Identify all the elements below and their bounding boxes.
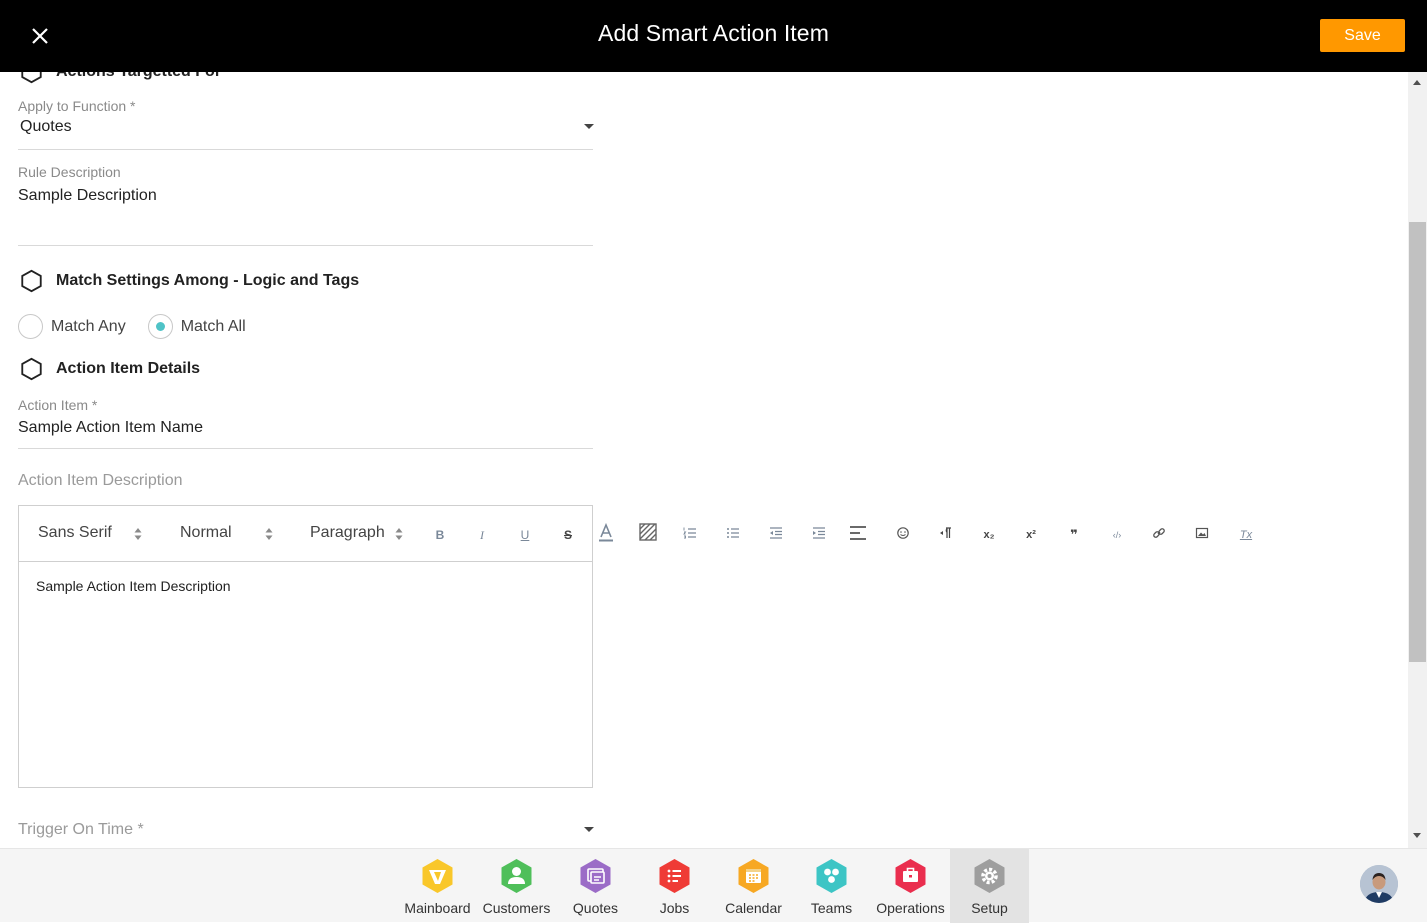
action-description-label: Action Item Description xyxy=(18,472,183,489)
ordered-list-icon[interactable] xyxy=(683,526,697,540)
text-direction-icon[interactable] xyxy=(938,526,952,540)
form-content: Actions Targetted For Apply to Function … xyxy=(0,72,1408,848)
hexagon-icon xyxy=(21,269,42,293)
quotes-icon xyxy=(580,859,611,893)
scrollbar-thumb[interactable] xyxy=(1409,222,1426,662)
nav-item-calendar[interactable]: Calendar xyxy=(714,849,793,923)
indent-icon[interactable] xyxy=(812,526,826,540)
font-family-select[interactable]: Sans Serif xyxy=(38,524,112,542)
save-button[interactable]: Save xyxy=(1320,19,1405,52)
scroll-down-icon[interactable] xyxy=(1413,833,1421,838)
nav-item-setup[interactable]: Setup xyxy=(950,849,1029,923)
select-arrows-icon xyxy=(134,528,142,540)
select-arrows-icon xyxy=(265,528,273,540)
jobs-icon xyxy=(659,859,690,893)
image-icon[interactable] xyxy=(1195,526,1209,540)
superscript-icon[interactable]: x² xyxy=(1022,526,1040,544)
select-arrows-icon xyxy=(395,528,403,540)
underline-icon[interactable]: U xyxy=(516,526,534,544)
action-item-input[interactable]: Sample Action Item Name xyxy=(18,419,203,437)
blockquote-icon[interactable]: ❞ xyxy=(1065,526,1083,544)
section-actions-targeted: Actions Targetted For xyxy=(20,72,221,84)
italic-icon[interactable]: I xyxy=(473,526,491,544)
scroll-up-icon[interactable] xyxy=(1413,80,1421,85)
action-item-label: Action Item * xyxy=(18,397,98,413)
bottom-nav: Mainboard Customers Quotes Jobs Calendar… xyxy=(0,848,1427,923)
editor-toolbar: Sans Serif Normal Paragraph B I U S x₂ x… xyxy=(19,506,1252,562)
section-match-settings: Match Settings Among - Logic and Tags xyxy=(20,269,359,293)
user-avatar-icon xyxy=(1360,865,1398,903)
nav-label: Customers xyxy=(482,900,551,916)
rule-description-input[interactable]: Sample Description xyxy=(18,187,157,205)
strike-icon[interactable]: S xyxy=(559,526,577,544)
nav-label: Setup xyxy=(971,900,1008,916)
nav-label: Jobs xyxy=(659,900,690,916)
avatar[interactable] xyxy=(1360,865,1398,903)
nav-item-customers[interactable]: Customers xyxy=(477,849,556,923)
nav-item-mainboard[interactable]: Mainboard xyxy=(398,849,477,923)
chevron-down-icon[interactable] xyxy=(584,124,594,129)
setup-icon xyxy=(974,859,1005,893)
paragraph-format-select[interactable]: Paragraph xyxy=(310,524,385,542)
align-icon[interactable] xyxy=(849,525,867,541)
match-any-label[interactable]: Match Any xyxy=(51,318,126,336)
divider xyxy=(18,149,593,150)
font-size-select[interactable]: Normal xyxy=(180,524,232,542)
teams-icon xyxy=(816,859,847,893)
divider xyxy=(18,448,593,449)
nav-item-jobs[interactable]: Jobs xyxy=(635,849,714,923)
rule-description-label: Rule Description xyxy=(18,164,121,180)
nav-label: Quotes xyxy=(572,900,619,916)
nav-label: Mainboard xyxy=(404,900,471,916)
nav-label: Teams xyxy=(810,900,853,916)
header-bar: Add Smart Action Item Save xyxy=(0,0,1427,72)
section-title: Match Settings Among - Logic and Tags xyxy=(56,272,360,289)
rich-text-editor[interactable]: Sans Serif Normal Paragraph B I U S x₂ x… xyxy=(18,505,1252,788)
match-any-radio[interactable] xyxy=(18,314,43,339)
link-icon[interactable] xyxy=(1152,526,1166,540)
nav-label: Operations xyxy=(876,900,945,916)
divider xyxy=(18,245,593,246)
page-title: Add Smart Action Item xyxy=(598,20,829,46)
nav-item-operations[interactable]: Operations xyxy=(871,849,950,923)
trigger-on-time-label: Trigger On Time * xyxy=(18,821,144,838)
apply-function-select[interactable]: Quotes xyxy=(20,118,72,136)
vertical-scrollbar[interactable] xyxy=(1408,72,1427,848)
text-color-icon[interactable] xyxy=(597,523,615,543)
match-radio-group: Match Any Match All xyxy=(18,314,268,339)
hexagon-icon xyxy=(21,357,42,381)
section-action-details: Action Item Details xyxy=(20,357,200,381)
outdent-icon[interactable] xyxy=(769,526,783,540)
background-color-icon[interactable] xyxy=(639,523,657,541)
apply-function-label: Apply to Function * xyxy=(18,98,136,114)
section-title: Action Item Details xyxy=(56,360,201,377)
code-icon[interactable]: ‹/› xyxy=(1108,526,1126,544)
match-all-label[interactable]: Match All xyxy=(181,318,246,336)
mainboard-icon xyxy=(422,859,453,893)
match-all-radio[interactable] xyxy=(147,314,173,339)
customers-icon xyxy=(501,859,532,893)
editor-content[interactable]: Sample Action Item Description xyxy=(36,578,231,594)
operations-icon xyxy=(895,859,926,893)
nav-item-quotes[interactable]: Quotes xyxy=(556,849,635,923)
nav-item-teams[interactable]: Teams xyxy=(792,849,871,923)
subscript-icon[interactable]: x₂ xyxy=(980,526,998,544)
clear-format-icon[interactable]: Tx xyxy=(1237,526,1255,544)
bold-icon[interactable]: B xyxy=(431,526,449,544)
emoji-icon[interactable] xyxy=(896,526,910,540)
nav-label: Calendar xyxy=(725,900,782,916)
calendar-icon xyxy=(738,859,769,893)
hexagon-icon xyxy=(21,72,42,84)
bullet-list-icon[interactable] xyxy=(726,526,740,540)
chevron-down-icon[interactable] xyxy=(584,827,594,832)
section-title: Actions Targetted For xyxy=(56,72,221,81)
